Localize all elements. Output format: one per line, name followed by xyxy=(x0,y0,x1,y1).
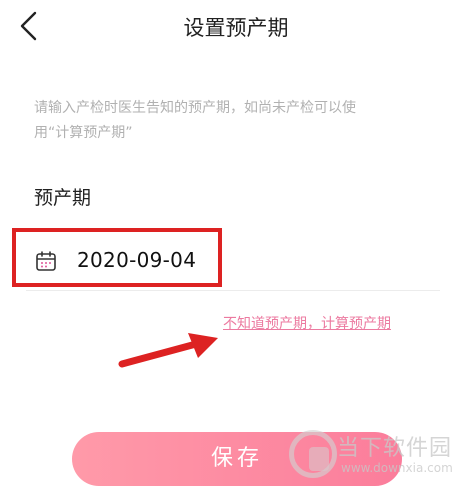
due-date-label: 预产期 xyxy=(34,187,92,209)
hint-line-1: 请输入产检时医生告知的预产期，如尚未产检可以使 xyxy=(34,100,356,116)
watermark-url: www.downxia.com xyxy=(341,461,453,475)
page-title: 设置预产期 xyxy=(183,16,289,40)
watermark-circle-icon xyxy=(289,430,337,478)
annotation-highlight-box xyxy=(12,228,222,287)
field-divider xyxy=(26,290,440,291)
hint-line-2: 用“计算预产期” xyxy=(34,125,133,141)
watermark-logo: 当下软件园 www.downxia.com xyxy=(287,428,467,488)
nav-header: 设置预产期 xyxy=(0,0,472,52)
set-due-date-page: 设置预产期 请输入产检时医生告知的预产期，如尚未产检可以使 用“计算预产期” 预… xyxy=(0,0,472,496)
watermark-name: 当下软件园 xyxy=(337,436,453,461)
annotation-arrow-icon xyxy=(118,333,218,368)
hint-text: 请输入产检时医生告知的预产期，如尚未产检可以使 用“计算预产期” xyxy=(34,96,434,146)
calculate-due-date-link[interactable]: 不知道预产期，计算预产期 xyxy=(223,313,391,333)
